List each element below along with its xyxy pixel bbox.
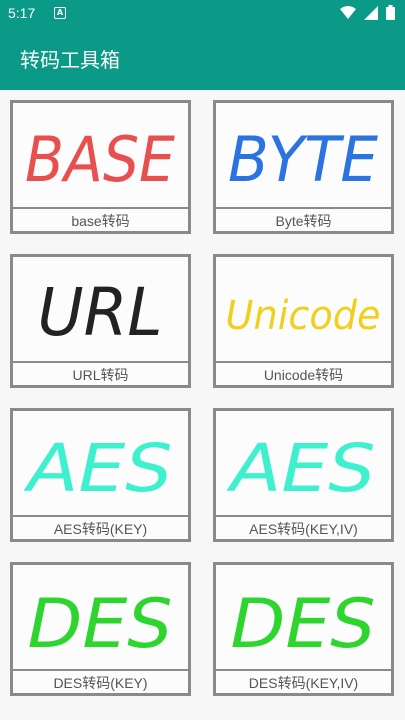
card-art-text: DES xyxy=(28,585,173,664)
card-label: DES转码(KEY) xyxy=(53,675,148,691)
signal-icon xyxy=(364,5,378,20)
status-icons xyxy=(340,5,395,20)
tool-card-aes-key-iv[interactable]: AES AES转码(KEY,IV) xyxy=(213,408,394,542)
card-art-text: Unicode xyxy=(226,293,381,339)
card-art: AES xyxy=(13,411,188,517)
card-label: URL转码 xyxy=(72,367,129,383)
card-art-text: AES xyxy=(226,430,376,507)
app-bar: 转码工具箱 xyxy=(0,28,405,90)
card-art: Unicode xyxy=(216,257,391,363)
card-art: URL xyxy=(13,257,188,363)
tool-card-des-key-iv[interactable]: DES DES转码(KEY,IV) xyxy=(213,562,394,696)
card-art: AES xyxy=(216,411,391,517)
tool-card-base[interactable]: BASE base转码 xyxy=(10,100,191,234)
card-label: AES转码(KEY,IV) xyxy=(249,521,358,537)
status-bar: 5:17 A xyxy=(0,0,405,28)
card-art-text: AES xyxy=(23,430,173,507)
card-art-text: DES xyxy=(231,585,376,664)
tool-card-unicode[interactable]: Unicode Unicode转码 xyxy=(213,254,394,388)
card-label: AES转码(KEY) xyxy=(53,521,148,537)
card-art: BYTE xyxy=(216,103,391,209)
card-art: DES xyxy=(216,565,391,671)
tool-grid: BASE base转码 BYTE Byte转码 URL URL转码 Unicod… xyxy=(0,90,405,720)
wifi-icon xyxy=(340,5,356,19)
tool-card-des-key[interactable]: DES DES转码(KEY) xyxy=(10,562,191,696)
card-label: Unicode转码 xyxy=(263,367,344,383)
card-label: DES转码(KEY,IV) xyxy=(248,675,359,691)
tool-card-url[interactable]: URL URL转码 xyxy=(10,254,191,388)
card-art-text: BYTE xyxy=(228,123,379,196)
card-art: DES xyxy=(13,565,188,671)
card-art: BASE xyxy=(13,103,188,209)
card-art-text: URL xyxy=(38,274,163,351)
app-title: 转码工具箱 xyxy=(20,48,120,72)
card-label: base转码 xyxy=(71,213,130,229)
notification-icon: A xyxy=(54,7,66,19)
card-label: Byte转码 xyxy=(275,213,332,229)
tool-card-byte[interactable]: BYTE Byte转码 xyxy=(213,100,394,234)
tool-card-aes-key[interactable]: AES AES转码(KEY) xyxy=(10,408,191,542)
status-time: 5:17 xyxy=(8,5,36,21)
battery-icon xyxy=(386,5,395,20)
card-art-text: BASE xyxy=(25,123,176,196)
